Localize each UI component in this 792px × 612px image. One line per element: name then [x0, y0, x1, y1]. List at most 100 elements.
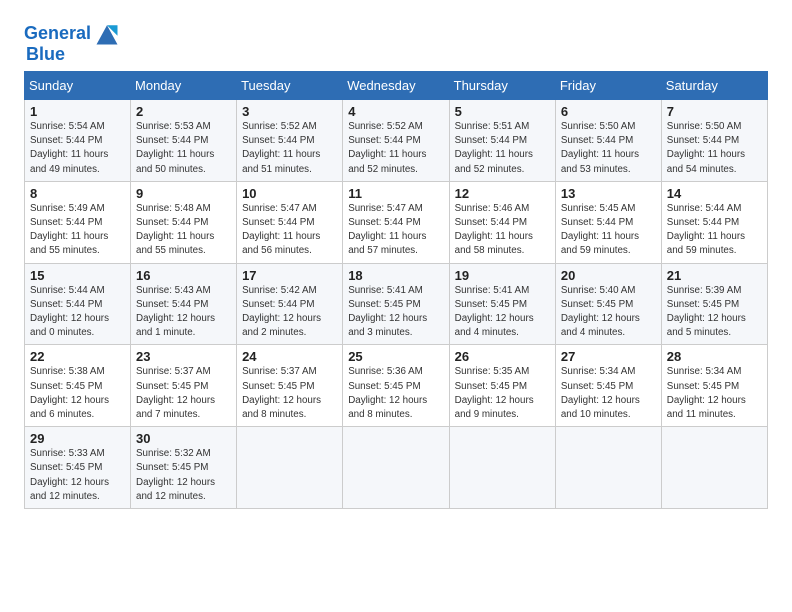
day-number: 8 [30, 186, 125, 201]
calendar-cell: 18 Sunrise: 5:41 AMSunset: 5:45 PMDaylig… [343, 263, 449, 345]
calendar-body: 1 Sunrise: 5:54 AMSunset: 5:44 PMDayligh… [25, 100, 768, 509]
day-info: Sunrise: 5:39 AMSunset: 5:45 PMDaylight:… [667, 285, 746, 339]
day-number: 28 [667, 349, 762, 364]
day-number: 20 [561, 268, 656, 283]
page-header: General Blue [24, 20, 768, 65]
calendar-week-3: 15 Sunrise: 5:44 AMSunset: 5:44 PMDaylig… [25, 263, 768, 345]
weekday-header-tuesday: Tuesday [237, 72, 343, 100]
day-info: Sunrise: 5:37 AMSunset: 5:45 PMDaylight:… [242, 366, 321, 420]
day-number: 15 [30, 268, 125, 283]
weekday-header-saturday: Saturday [661, 72, 767, 100]
day-number: 30 [136, 431, 231, 446]
logo-icon [93, 20, 121, 48]
calendar-cell: 5 Sunrise: 5:51 AMSunset: 5:44 PMDayligh… [449, 100, 555, 182]
day-number: 11 [348, 186, 443, 201]
day-info: Sunrise: 5:50 AMSunset: 5:44 PMDaylight:… [667, 121, 745, 175]
calendar-week-1: 1 Sunrise: 5:54 AMSunset: 5:44 PMDayligh… [25, 100, 768, 182]
day-number: 7 [667, 104, 762, 119]
day-info: Sunrise: 5:54 AMSunset: 5:44 PMDaylight:… [30, 121, 108, 175]
calendar-cell [661, 427, 767, 509]
day-info: Sunrise: 5:47 AMSunset: 5:44 PMDaylight:… [348, 203, 426, 257]
calendar-cell: 7 Sunrise: 5:50 AMSunset: 5:44 PMDayligh… [661, 100, 767, 182]
day-info: Sunrise: 5:41 AMSunset: 5:45 PMDaylight:… [455, 285, 534, 339]
calendar-cell: 13 Sunrise: 5:45 AMSunset: 5:44 PMDaylig… [555, 181, 661, 263]
weekday-header-sunday: Sunday [25, 72, 131, 100]
day-info: Sunrise: 5:44 AMSunset: 5:44 PMDaylight:… [667, 203, 745, 257]
day-info: Sunrise: 5:34 AMSunset: 5:45 PMDaylight:… [667, 366, 746, 420]
day-number: 17 [242, 268, 337, 283]
day-number: 23 [136, 349, 231, 364]
calendar-cell: 26 Sunrise: 5:35 AMSunset: 5:45 PMDaylig… [449, 345, 555, 427]
day-info: Sunrise: 5:47 AMSunset: 5:44 PMDaylight:… [242, 203, 320, 257]
calendar-cell: 8 Sunrise: 5:49 AMSunset: 5:44 PMDayligh… [25, 181, 131, 263]
calendar-cell [555, 427, 661, 509]
day-number: 22 [30, 349, 125, 364]
day-info: Sunrise: 5:43 AMSunset: 5:44 PMDaylight:… [136, 285, 215, 339]
calendar-cell: 17 Sunrise: 5:42 AMSunset: 5:44 PMDaylig… [237, 263, 343, 345]
calendar-cell: 21 Sunrise: 5:39 AMSunset: 5:45 PMDaylig… [661, 263, 767, 345]
calendar-cell: 15 Sunrise: 5:44 AMSunset: 5:44 PMDaylig… [25, 263, 131, 345]
weekday-header-friday: Friday [555, 72, 661, 100]
day-number: 2 [136, 104, 231, 119]
calendar-cell: 28 Sunrise: 5:34 AMSunset: 5:45 PMDaylig… [661, 345, 767, 427]
calendar-cell: 11 Sunrise: 5:47 AMSunset: 5:44 PMDaylig… [343, 181, 449, 263]
day-info: Sunrise: 5:40 AMSunset: 5:45 PMDaylight:… [561, 285, 640, 339]
calendar-cell: 9 Sunrise: 5:48 AMSunset: 5:44 PMDayligh… [131, 181, 237, 263]
day-info: Sunrise: 5:41 AMSunset: 5:45 PMDaylight:… [348, 285, 427, 339]
day-info: Sunrise: 5:38 AMSunset: 5:45 PMDaylight:… [30, 366, 109, 420]
calendar-cell: 1 Sunrise: 5:54 AMSunset: 5:44 PMDayligh… [25, 100, 131, 182]
day-number: 21 [667, 268, 762, 283]
calendar-cell [237, 427, 343, 509]
day-number: 3 [242, 104, 337, 119]
day-info: Sunrise: 5:51 AMSunset: 5:44 PMDaylight:… [455, 121, 533, 175]
day-info: Sunrise: 5:45 AMSunset: 5:44 PMDaylight:… [561, 203, 639, 257]
calendar-cell: 27 Sunrise: 5:34 AMSunset: 5:45 PMDaylig… [555, 345, 661, 427]
day-info: Sunrise: 5:49 AMSunset: 5:44 PMDaylight:… [30, 203, 108, 257]
day-info: Sunrise: 5:42 AMSunset: 5:44 PMDaylight:… [242, 285, 321, 339]
day-number: 27 [561, 349, 656, 364]
day-info: Sunrise: 5:33 AMSunset: 5:45 PMDaylight:… [30, 448, 109, 502]
calendar-cell: 6 Sunrise: 5:50 AMSunset: 5:44 PMDayligh… [555, 100, 661, 182]
calendar-cell: 10 Sunrise: 5:47 AMSunset: 5:44 PMDaylig… [237, 181, 343, 263]
day-info: Sunrise: 5:52 AMSunset: 5:44 PMDaylight:… [242, 121, 320, 175]
day-info: Sunrise: 5:48 AMSunset: 5:44 PMDaylight:… [136, 203, 214, 257]
calendar-week-4: 22 Sunrise: 5:38 AMSunset: 5:45 PMDaylig… [25, 345, 768, 427]
day-number: 9 [136, 186, 231, 201]
calendar-cell: 14 Sunrise: 5:44 AMSunset: 5:44 PMDaylig… [661, 181, 767, 263]
day-number: 14 [667, 186, 762, 201]
calendar-cell: 4 Sunrise: 5:52 AMSunset: 5:44 PMDayligh… [343, 100, 449, 182]
calendar-header-row: SundayMondayTuesdayWednesdayThursdayFrid… [25, 72, 768, 100]
calendar-cell: 24 Sunrise: 5:37 AMSunset: 5:45 PMDaylig… [237, 345, 343, 427]
day-number: 13 [561, 186, 656, 201]
day-number: 5 [455, 104, 550, 119]
calendar-table: SundayMondayTuesdayWednesdayThursdayFrid… [24, 71, 768, 509]
calendar-cell [449, 427, 555, 509]
day-number: 12 [455, 186, 550, 201]
weekday-header-monday: Monday [131, 72, 237, 100]
day-number: 24 [242, 349, 337, 364]
logo-text: General [24, 24, 91, 44]
calendar-cell: 2 Sunrise: 5:53 AMSunset: 5:44 PMDayligh… [131, 100, 237, 182]
calendar-cell: 29 Sunrise: 5:33 AMSunset: 5:45 PMDaylig… [25, 427, 131, 509]
day-info: Sunrise: 5:44 AMSunset: 5:44 PMDaylight:… [30, 285, 109, 339]
day-info: Sunrise: 5:50 AMSunset: 5:44 PMDaylight:… [561, 121, 639, 175]
day-info: Sunrise: 5:36 AMSunset: 5:45 PMDaylight:… [348, 366, 427, 420]
day-info: Sunrise: 5:53 AMSunset: 5:44 PMDaylight:… [136, 121, 214, 175]
day-info: Sunrise: 5:46 AMSunset: 5:44 PMDaylight:… [455, 203, 533, 257]
day-number: 26 [455, 349, 550, 364]
calendar-cell: 30 Sunrise: 5:32 AMSunset: 5:45 PMDaylig… [131, 427, 237, 509]
calendar-cell: 19 Sunrise: 5:41 AMSunset: 5:45 PMDaylig… [449, 263, 555, 345]
day-info: Sunrise: 5:32 AMSunset: 5:45 PMDaylight:… [136, 448, 215, 502]
calendar-cell [343, 427, 449, 509]
calendar-cell: 23 Sunrise: 5:37 AMSunset: 5:45 PMDaylig… [131, 345, 237, 427]
weekday-header-thursday: Thursday [449, 72, 555, 100]
day-number: 25 [348, 349, 443, 364]
day-info: Sunrise: 5:34 AMSunset: 5:45 PMDaylight:… [561, 366, 640, 420]
calendar-cell: 20 Sunrise: 5:40 AMSunset: 5:45 PMDaylig… [555, 263, 661, 345]
calendar-cell: 16 Sunrise: 5:43 AMSunset: 5:44 PMDaylig… [131, 263, 237, 345]
day-number: 16 [136, 268, 231, 283]
calendar-cell: 12 Sunrise: 5:46 AMSunset: 5:44 PMDaylig… [449, 181, 555, 263]
calendar-week-2: 8 Sunrise: 5:49 AMSunset: 5:44 PMDayligh… [25, 181, 768, 263]
day-info: Sunrise: 5:52 AMSunset: 5:44 PMDaylight:… [348, 121, 426, 175]
day-number: 29 [30, 431, 125, 446]
